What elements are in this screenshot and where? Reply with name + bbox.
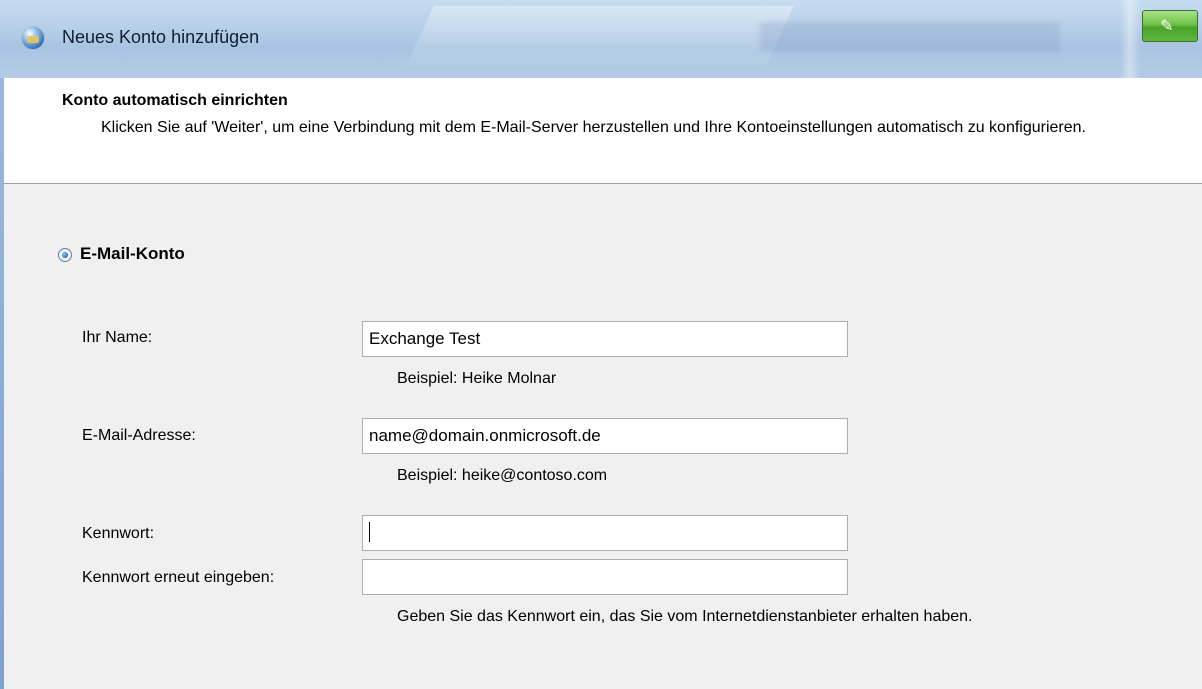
edit-button[interactable]: ✎ bbox=[1142, 10, 1198, 42]
wizard-header: Konto automatisch einrichten Klicken Sie… bbox=[4, 78, 1202, 184]
edit-icon: ✎ bbox=[1160, 16, 1174, 35]
radio-selected-dot bbox=[62, 252, 68, 258]
title-bar-glass bbox=[1120, 0, 1140, 78]
header-title: Konto automatisch einrichten bbox=[62, 92, 288, 109]
email-account-radio[interactable] bbox=[58, 248, 72, 262]
email-input[interactable]: name@domain.onmicrosoft.de bbox=[362, 418, 848, 454]
name-input[interactable]: Exchange Test bbox=[362, 321, 848, 357]
header-description: Klicken Sie auf 'Weiter', um eine Verbin… bbox=[101, 119, 1086, 136]
text-caret bbox=[369, 522, 370, 543]
email-label: E-Mail-Adresse: bbox=[82, 427, 196, 444]
add-account-window: Neues Konto hinzufügen ✎ Konto automatis… bbox=[0, 0, 1202, 689]
password-repeat-label: Kennwort erneut eingeben: bbox=[82, 569, 275, 586]
email-account-label[interactable]: E-Mail-Konto bbox=[80, 244, 185, 264]
window-title: Neues Konto hinzufügen bbox=[62, 27, 260, 47]
password-hint: Geben Sie das Kennwort ein, das Sie vom … bbox=[397, 608, 973, 625]
password-label: Kennwort: bbox=[82, 525, 155, 542]
globe-mail-icon bbox=[22, 27, 44, 49]
wizard-body: E-Mail-Konto Ihr Name: Exchange Test Bei… bbox=[4, 184, 1202, 689]
title-bar-glass bbox=[406, 6, 794, 66]
title-bar[interactable]: Neues Konto hinzufügen ✎ bbox=[0, 0, 1202, 78]
title-bar-glass bbox=[760, 22, 1060, 52]
email-hint: Beispiel: heike@contoso.com bbox=[397, 467, 608, 484]
password-input[interactable] bbox=[362, 515, 848, 551]
name-hint: Beispiel: Heike Molnar bbox=[397, 370, 557, 387]
name-label: Ihr Name: bbox=[82, 329, 153, 346]
password-repeat-input[interactable] bbox=[362, 559, 848, 595]
